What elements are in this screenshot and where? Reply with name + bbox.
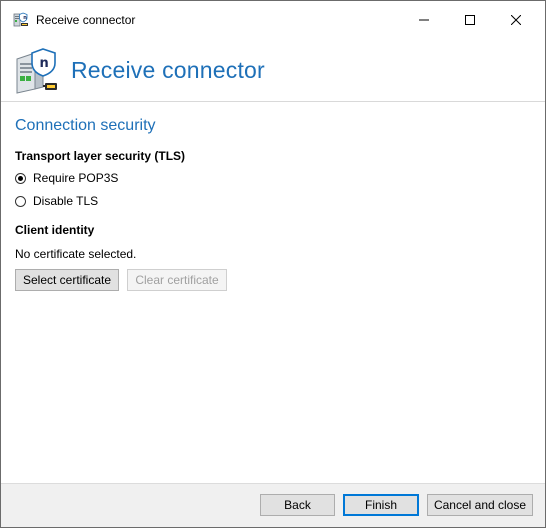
close-icon <box>511 15 521 25</box>
radio-require-pop3s[interactable]: Require POP3S <box>15 170 118 186</box>
tls-group-label: Transport layer security (TLS) <box>15 149 186 163</box>
radio-dot <box>18 175 23 181</box>
close-button[interactable] <box>493 1 539 39</box>
cancel-and-close-button[interactable]: Cancel and close <box>427 494 533 516</box>
client-identity-label: Client identity <box>15 223 95 237</box>
radio-button-selected[interactable] <box>15 172 26 184</box>
receive-connector-window: n Receive connector n Receive connector … <box>0 0 546 528</box>
radio-button-unselected[interactable] <box>15 195 26 207</box>
back-button[interactable]: Back <box>260 494 335 516</box>
maximize-icon <box>465 15 475 25</box>
server-connector-icon: n <box>13 12 28 27</box>
minimize-button[interactable] <box>401 1 447 39</box>
wizard-header: n Receive connector <box>1 39 545 102</box>
radio-label: Require POP3S <box>33 171 119 185</box>
svg-text:n: n <box>40 56 49 71</box>
certificate-status: No certificate selected. <box>15 247 137 261</box>
radio-disable-tls[interactable]: Disable TLS <box>15 193 98 209</box>
select-certificate-button[interactable]: Select certificate <box>15 269 119 291</box>
finish-button[interactable]: Finish <box>343 494 419 516</box>
server-shield-icon: n <box>16 48 57 94</box>
minimize-icon <box>419 19 429 21</box>
radio-label: Disable TLS <box>33 194 99 208</box>
page-title: Receive connector <box>71 57 265 83</box>
maximize-button[interactable] <box>447 1 493 39</box>
window-title: Receive connector <box>36 13 136 27</box>
title-bar[interactable]: n Receive connector <box>1 1 545 39</box>
section-title: Connection security <box>15 117 156 134</box>
svg-text:n: n <box>23 15 27 21</box>
clear-certificate-button[interactable]: Clear certificate <box>127 269 227 291</box>
wizard-footer: Back Finish Cancel and close <box>1 483 545 527</box>
